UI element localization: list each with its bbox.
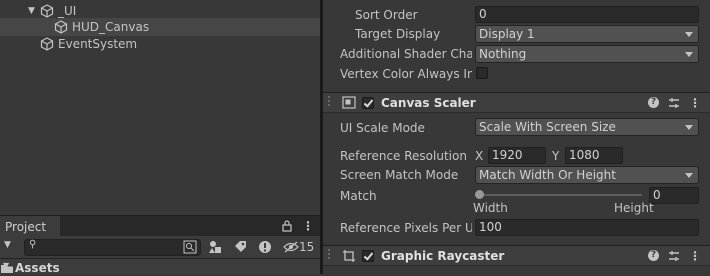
- height-label: Height: [614, 201, 654, 215]
- more-options-icon[interactable]: ⋮: [302, 219, 314, 233]
- search-scope-icon[interactable]: [183, 240, 197, 254]
- gameobject-icon: [40, 37, 54, 51]
- reference-pixels-per-unit-field[interactable]: 100: [475, 219, 699, 236]
- screen-match-mode-dropdown[interactable]: Match Width Or Height: [475, 166, 699, 184]
- vertex-color-label: Vertex Color Always In G: [340, 67, 472, 81]
- hierarchy-item-eventsystem[interactable]: EventSystem: [0, 35, 320, 53]
- sort-order-field[interactable]: 0: [475, 6, 699, 23]
- graphic-raycaster-enabled-checkbox[interactable]: [362, 250, 374, 262]
- reference-resolution-y-field[interactable]: 1080: [565, 147, 623, 164]
- hidden-packages-icon[interactable]: [283, 241, 299, 253]
- target-display-value: Display 1: [479, 27, 535, 41]
- drag-handle-icon[interactable]: [328, 249, 334, 261]
- gameobject-icon: [40, 4, 54, 18]
- target-display-label: Target Display: [355, 27, 441, 41]
- hierarchy-item-label: HUD_Canvas: [72, 20, 150, 34]
- hierarchy-item-hud-canvas[interactable]: HUD_Canvas: [0, 18, 320, 36]
- screen-match-mode-value: Match Width Or Height: [479, 168, 616, 182]
- screen-match-mode-label: Screen Match Mode: [340, 168, 459, 182]
- gameobject-icon: [54, 20, 68, 34]
- width-label: Width: [473, 201, 508, 215]
- sort-order-label: Sort Order: [355, 8, 418, 22]
- hidden-count: 15: [299, 240, 315, 254]
- chevron-down-icon: [685, 52, 693, 57]
- reference-pixels-per-unit-label: Reference Pixels Per Ur: [340, 221, 472, 235]
- folder-icon: [1, 265, 13, 273]
- folder-row-assets[interactable]: ▼ Assets: [0, 259, 320, 275]
- graphic-raycaster-icon: [343, 250, 355, 262]
- presets-icon[interactable]: [668, 97, 680, 109]
- match-slider-knob[interactable]: [475, 190, 484, 199]
- target-display-dropdown[interactable]: Display 1: [475, 25, 699, 43]
- hierarchy-panel: ▼ _UI HUD_Canvas EventSystem: [0, 0, 320, 215]
- ui-scale-mode-dropdown[interactable]: Scale With Screen Size: [475, 118, 699, 136]
- more-options-icon[interactable]: ⋮: [689, 246, 701, 266]
- project-toolbar: ▼ ⚲ 15: [0, 236, 320, 259]
- reference-resolution-label: Reference Resolution: [340, 149, 467, 163]
- chevron-down-icon: [685, 125, 693, 130]
- graphic-raycaster-header[interactable]: Graphic Raycaster ? ⋮: [323, 245, 710, 266]
- filter-by-label-icon[interactable]: [233, 240, 247, 254]
- x-label: X: [475, 149, 484, 163]
- lock-icon[interactable]: [282, 220, 292, 232]
- project-tab-bar: Project ⋮: [0, 215, 320, 238]
- create-dropdown-icon[interactable]: ▼: [4, 240, 11, 250]
- drag-handle-icon[interactable]: [328, 96, 334, 108]
- shader-channels-label: Additional Shader Chan: [340, 47, 472, 61]
- search-icon: ⚲: [29, 239, 37, 250]
- help-icon[interactable]: ?: [648, 97, 659, 108]
- tab-project[interactable]: Project: [0, 216, 60, 238]
- reference-resolution-x-field[interactable]: 1920: [488, 147, 546, 164]
- canvas-scaler-icon: [342, 96, 356, 109]
- match-value-field[interactable]: 0: [649, 187, 699, 204]
- tab-project-label: Project: [5, 220, 47, 234]
- shader-channels-dropdown[interactable]: Nothing: [475, 45, 699, 63]
- ui-scale-mode-label: UI Scale Mode: [340, 121, 425, 135]
- filter-by-type-icon[interactable]: [208, 240, 222, 254]
- chevron-down-icon: [685, 32, 693, 37]
- presets-icon[interactable]: [668, 250, 680, 262]
- inspector-panel: Sort Order 0 Target Display Display 1 Ad…: [323, 0, 710, 274]
- shader-channels-value: Nothing: [479, 47, 527, 61]
- search-input[interactable]: ⚲: [24, 239, 201, 256]
- match-label: Match: [340, 189, 377, 203]
- more-options-icon[interactable]: ⋮: [689, 93, 701, 113]
- component-title: Canvas Scaler: [381, 96, 476, 110]
- chevron-down-icon: [685, 173, 693, 178]
- y-label: Y: [552, 149, 560, 163]
- canvas-scaler-header[interactable]: Canvas Scaler ? ⋮: [323, 92, 710, 113]
- canvas-scaler-enabled-checkbox[interactable]: [362, 97, 374, 109]
- help-icon[interactable]: ?: [648, 250, 659, 261]
- component-title: Graphic Raycaster: [381, 249, 505, 263]
- hierarchy-item-label: EventSystem: [58, 37, 138, 51]
- vertex-color-checkbox[interactable]: [476, 67, 488, 79]
- warning-filter-icon[interactable]: [258, 240, 272, 254]
- ui-scale-mode-value: Scale With Screen Size: [479, 120, 616, 134]
- match-slider-track[interactable]: [479, 194, 642, 196]
- project-panel: Project ⋮ ▼ ⚲ 15 ▼ Assets: [0, 215, 320, 275]
